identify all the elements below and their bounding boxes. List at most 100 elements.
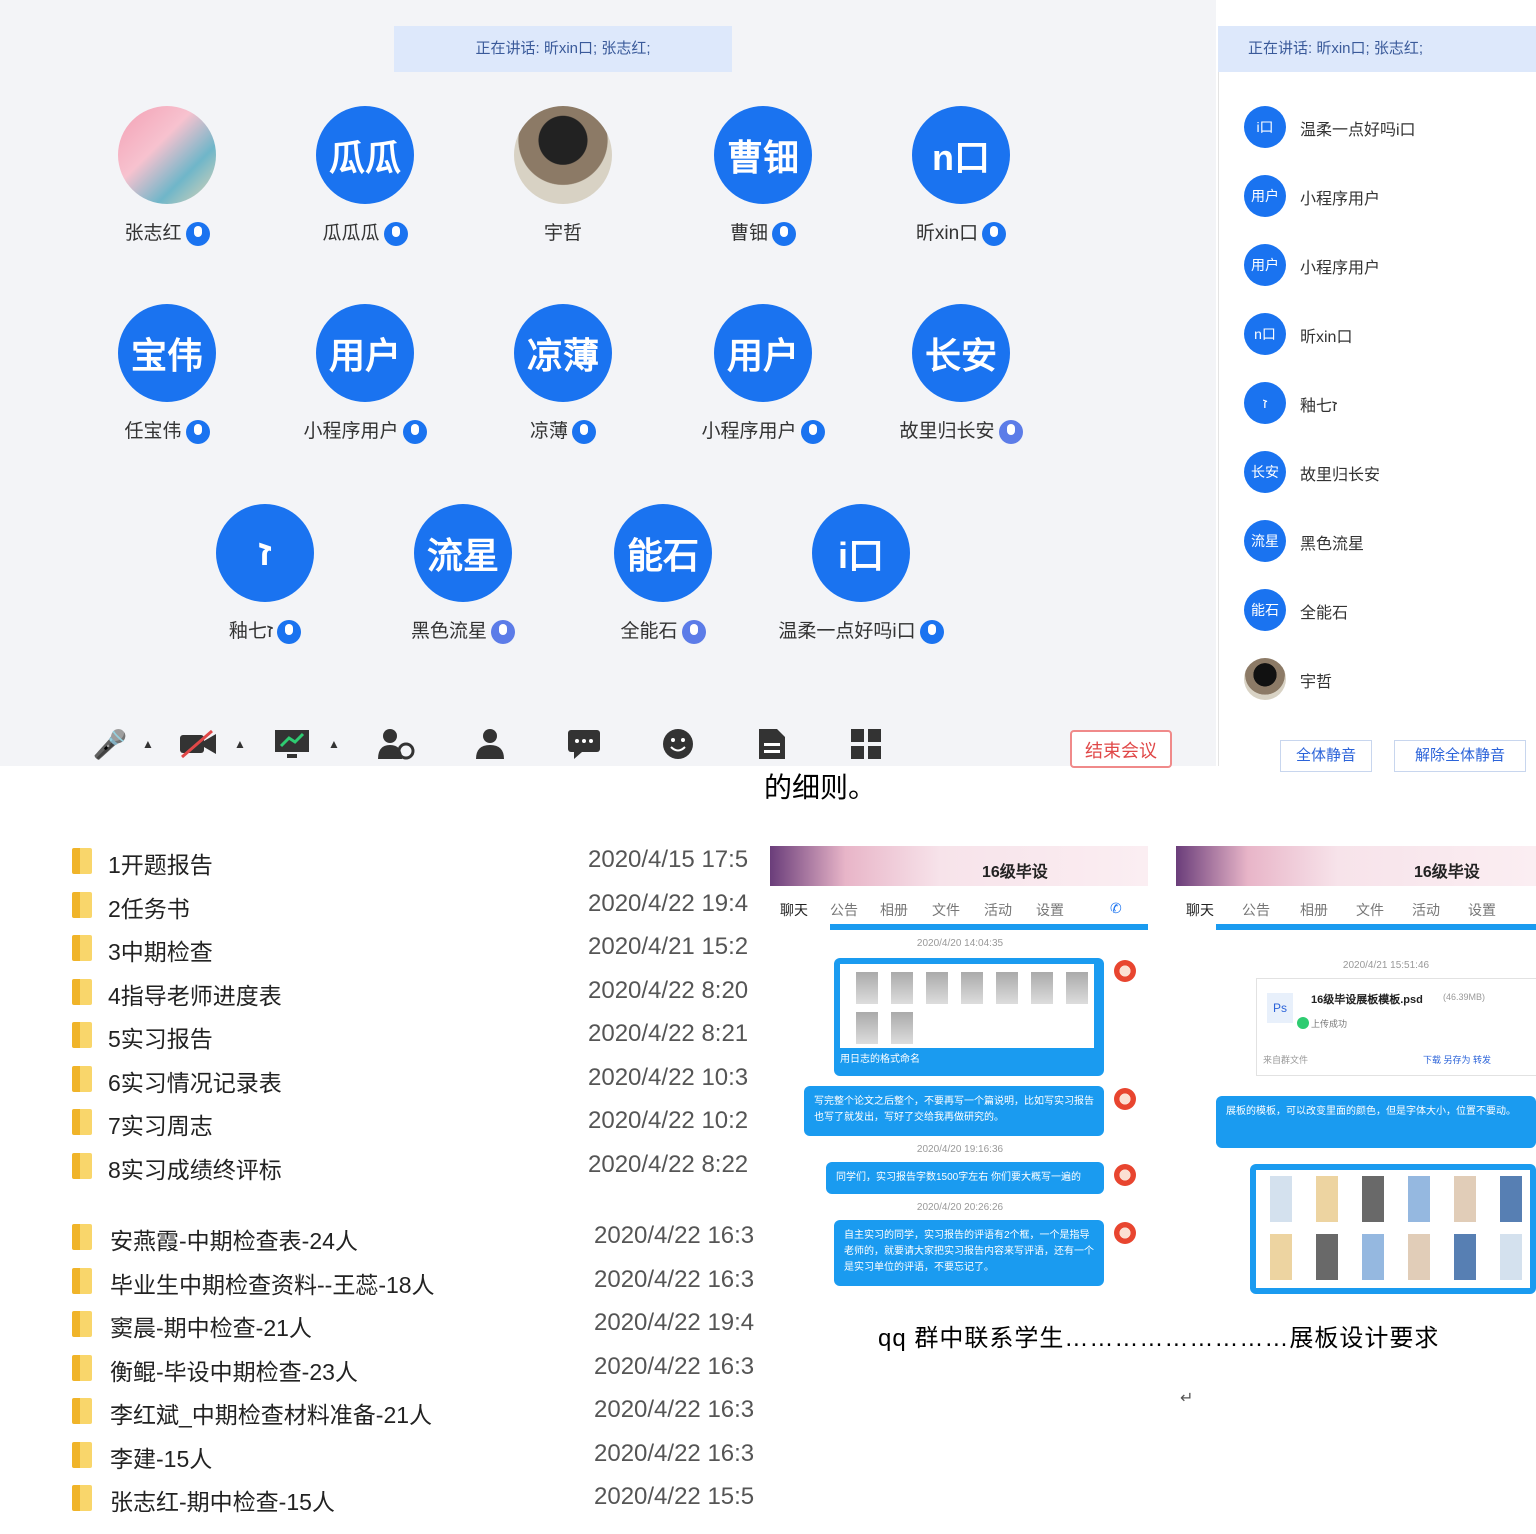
file-row[interactable]: 5实习报告 2020/4/22 8:21 <box>70 1016 770 1056</box>
participant-tile[interactable]: i口 温柔一点好吗i口 <box>776 504 946 664</box>
file-row[interactable]: 8实习成绩终评标 2020/4/22 8:22 <box>70 1147 770 1187</box>
share-menu-caret-icon[interactable]: ▲ <box>324 724 344 764</box>
tab-chat[interactable]: 聊天 <box>1186 900 1214 920</box>
file-row[interactable]: 安燕霞-中期检查表-24人 2020/4/22 16:3 <box>70 1218 770 1258</box>
file-row[interactable]: 7实习周志 2020/4/22 10:2 <box>70 1103 770 1143</box>
apps-icon[interactable] <box>846 724 886 764</box>
participant-name-row: 小程序用户 <box>678 416 848 444</box>
folder-icon <box>72 1065 92 1092</box>
tab-files[interactable]: 文件 <box>1356 900 1384 920</box>
document-icon[interactable] <box>752 724 792 764</box>
modified-date: 2020/4/15 17:5 <box>588 846 749 873</box>
member-row[interactable]: i口 温柔一点好吗i口 <box>1244 104 1524 150</box>
tab-activity[interactable]: 活动 <box>1412 900 1440 920</box>
participant-tile[interactable]: 凉薄 凉薄 <box>478 304 648 464</box>
member-row[interactable]: ז 釉七ז <box>1244 380 1524 426</box>
end-meeting-button[interactable]: 结束会议 <box>1070 730 1172 768</box>
camera-off-icon[interactable] <box>178 724 218 764</box>
tab-notice[interactable]: 公告 <box>1242 900 1270 920</box>
tab-album[interactable]: 相册 <box>1300 900 1328 920</box>
file-row[interactable]: 2任务书 2020/4/22 19:4 <box>70 886 770 926</box>
document-caption: 的细则。 <box>764 772 877 803</box>
participant-name: 黑色流星 <box>410 621 487 642</box>
member-row[interactable]: 长安 故里归长安 <box>1244 449 1524 495</box>
file-row[interactable]: 1开题报告 2020/4/15 17:5 <box>70 842 770 882</box>
member-name: 釉七ז <box>1300 398 1338 415</box>
participant-tile[interactable]: n口 昕xin口 <box>876 106 1046 266</box>
screen-share-icon[interactable] <box>272 724 312 764</box>
timestamp: 2020/4/20 20:26:26 <box>916 1202 1004 1213</box>
participant-tile[interactable]: 长安 故里归长安 <box>876 304 1046 464</box>
tab-files[interactable]: 文件 <box>932 900 960 920</box>
file-row[interactable]: 张志红-期中检查-15人 2020/4/22 15:5 <box>70 1479 770 1519</box>
member-row[interactable]: 能石 全能石 <box>1244 587 1524 633</box>
file-row[interactable]: 4指导老师进度表 2020/4/22 8:20 <box>70 973 770 1013</box>
file-row[interactable]: 毕业生中期检查资料--王蕊-18人 2020/4/22 16:3 <box>70 1262 770 1302</box>
emoji-icon[interactable] <box>658 724 698 764</box>
participant-tile[interactable]: 宇哲 <box>478 106 648 266</box>
folder-icon <box>72 1485 92 1511</box>
file-source: 来自群文件 <box>1263 1055 1309 1065</box>
member-row[interactable]: 用户 小程序用户 <box>1244 173 1524 219</box>
tab-album[interactable]: 相册 <box>880 900 908 920</box>
participant-name-row: 釉七ז <box>180 616 350 644</box>
file-row[interactable]: 3中期检查 2020/4/21 15:2 <box>70 929 770 969</box>
phone-icon[interactable]: ✆ <box>1110 900 1122 917</box>
add-member-icon[interactable] <box>376 724 416 764</box>
file-row[interactable]: 6实习情况记录表 2020/4/22 10:3 <box>70 1060 770 1100</box>
image-message[interactable]: 用日志的格式命名 <box>834 958 1104 1076</box>
participant-tile[interactable]: 张志红 <box>82 106 252 266</box>
file-row[interactable]: 李红斌_中期检查材料准备-21人 2020/4/22 16:3 <box>70 1392 770 1432</box>
member-row[interactable]: 流星 黑色流星 <box>1244 518 1524 564</box>
participant-name: 温柔一点好吗i口 <box>778 621 916 642</box>
tab-settings[interactable]: 设置 <box>1468 900 1496 920</box>
board-thumbnail <box>1316 1234 1338 1280</box>
participant-avatar: 宝伟 <box>118 304 216 402</box>
member-name: 宇哲 <box>1300 674 1333 691</box>
participant-tile[interactable]: 能石 全能石 <box>578 504 748 664</box>
participant-tile[interactable]: 宝伟 任宝伟 <box>82 304 252 464</box>
tab-underline <box>1216 924 1536 930</box>
participant-name-row: 温柔一点好吗i口 <box>776 616 946 644</box>
participant-tile[interactable]: 瓜瓜 瓜瓜瓜 <box>280 106 450 266</box>
chat-icon[interactable] <box>564 724 604 764</box>
tab-notice[interactable]: 公告 <box>830 900 858 920</box>
tab-chat[interactable]: 聊天 <box>780 900 808 920</box>
member-name: 全能石 <box>1300 605 1349 622</box>
participant-name-row: 小程序用户 <box>280 416 450 444</box>
chat-message: 自主实习的同学，实习报告的评语有2个框，一个是指导老师的，就要请大家把实习报告内… <box>834 1220 1104 1286</box>
participant-name-row: 瓜瓜瓜 <box>280 218 450 246</box>
folder-name: 李红斌_中期检查材料准备-21人 <box>110 1402 433 1428</box>
folder-icon <box>72 891 92 918</box>
speaking-banner: 正在讲话: 昕xin口; 张志红; <box>394 26 732 72</box>
file-row[interactable]: 衡鲲-毕设中期检查-23人 2020/4/22 16:3 <box>70 1349 770 1389</box>
image-message[interactable] <box>1250 1164 1536 1294</box>
tab-underline <box>830 924 1148 930</box>
file-row[interactable]: 李建-15人 2020/4/22 16:3 <box>70 1436 770 1476</box>
file-row[interactable]: 窦晨-期中检查-21人 2020/4/22 19:4 <box>70 1305 770 1345</box>
member-avatar: 用户 <box>1244 175 1286 217</box>
participant-tile[interactable]: 用户 小程序用户 <box>280 304 450 464</box>
microphone-icon[interactable]: 🎤 <box>90 724 130 764</box>
participant-tile[interactable]: 曹钿 曹钿 <box>678 106 848 266</box>
unmute-all-button[interactable]: 解除全体静音 <box>1394 740 1526 772</box>
file-card[interactable]: Ps 16级毕设展板模板.psd (46.39MB) 上传成功 来自群文件 下载… <box>1256 978 1536 1076</box>
camera-menu-caret-icon[interactable]: ▲ <box>230 724 250 764</box>
participant-tile[interactable]: 流星 黑色流星 <box>378 504 548 664</box>
participant-tile[interactable]: ז 釉七ז <box>180 504 350 664</box>
mic-menu-caret-icon[interactable]: ▲ <box>138 724 158 764</box>
tab-activity[interactable]: 活动 <box>984 900 1012 920</box>
participant-tile[interactable]: 用户 小程序用户 <box>678 304 848 464</box>
member-row[interactable]: 宇哲 <box>1244 656 1524 702</box>
chat-message: 展板的模板，可以改变里面的颜色，但是字体大小，位置不要动。 <box>1216 1096 1536 1148</box>
members-icon[interactable] <box>470 724 510 764</box>
participant-name: 小程序用户 <box>701 421 797 442</box>
file-actions[interactable]: 下载 另存为 转发 <box>1423 1053 1491 1066</box>
participant-name-row: 昕xin口 <box>876 218 1046 246</box>
mute-all-button[interactable]: 全体静音 <box>1280 740 1372 772</box>
microphone-status-icon <box>185 221 210 246</box>
member-row[interactable]: n口 昕xin口 <box>1244 311 1524 357</box>
member-row[interactable]: 用户 小程序用户 <box>1244 242 1524 288</box>
tab-settings[interactable]: 设置 <box>1036 900 1064 920</box>
folder-icon <box>72 935 92 961</box>
